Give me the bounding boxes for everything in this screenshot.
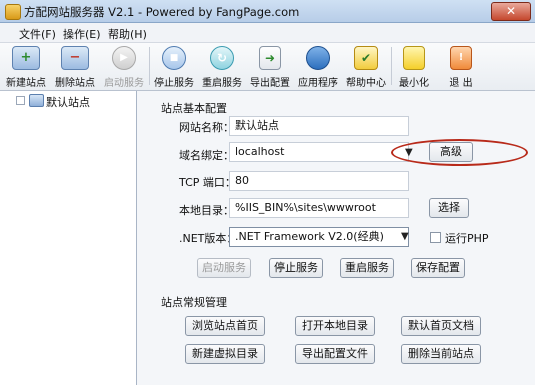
default-document-button[interactable]: 默认首页文档 [401,316,481,336]
site-name-label: 网站名称： [179,121,234,134]
start-service-label: 启动服务 [104,78,144,89]
basic-config-title: 站点基本配置 [161,102,227,115]
restart-service-label: 重启服务 [202,78,242,89]
delete-site-label: 删除站点 [55,78,95,89]
highlight-ellipse [391,139,528,166]
toolbar-separator [391,47,392,85]
close-icon: ✕ [505,4,517,18]
window-title: 方配网站服务器 V2.1 - Powered by FangPage.com [24,5,300,19]
local-dir-label: 本地目录： [179,204,234,217]
config-panel: 站点基本配置 网站名称： 默认站点 域名绑定： localhost ▼ 高级 T… [137,91,535,385]
minimize-icon [403,46,425,70]
delete-current-site-button[interactable]: 删除当前站点 [401,344,481,364]
stop-service-button[interactable]: ■ 停止服务 [151,44,197,89]
exit-button[interactable]: ! 退 出 [441,44,481,89]
open-local-dir-button[interactable]: 打开本地目录 [295,316,375,336]
port-label: TCP 端口： [179,176,236,189]
new-site-button[interactable]: + 新建站点 [3,44,49,89]
help-center-button[interactable]: ✔ 帮助中心 [343,44,389,89]
export-icon: ➜ [259,46,281,70]
restart-service-button[interactable]: ↻ 重启服务 [199,44,245,89]
close-button[interactable]: ✕ [491,2,531,21]
export-config-button[interactable]: ➜ 导出配置 [247,44,293,89]
toolbar: + 新建站点 − 删除站点 ▶ 启动服务 ■ 停止服务 ↻ 重启服务 ➜ 导出配… [0,43,535,91]
save-config-button[interactable]: 保存配置 [411,258,465,278]
site-icon [29,94,44,107]
application-button[interactable]: 应用程序 [295,44,341,89]
start-service-panel-button[interactable]: 启动服务 [197,258,251,278]
app-icon [5,4,21,20]
browse-homepage-button[interactable]: 浏览站点首页 [185,316,265,336]
help-center-label: 帮助中心 [346,78,386,89]
application-label: 应用程序 [298,78,338,89]
minimize-button[interactable]: 最小化 [394,44,434,89]
general-manage-title: 站点常规管理 [161,296,227,309]
menu-file[interactable]: 文件(F) [19,26,56,42]
tree-expander-icon[interactable] [16,96,25,105]
net-version-dropdown-icon[interactable]: ▼ [401,231,409,242]
run-php-label: 运行PHP [445,232,489,245]
local-dir-field[interactable]: %IIS_BIN%\sites\wwwroot [229,198,409,218]
port-field[interactable]: 80 [229,171,409,191]
tree-item-label: 默认站点 [46,96,90,109]
stop-service-panel-button[interactable]: 停止服务 [269,258,323,278]
site-name-field[interactable]: 默认站点 [229,116,409,136]
site-tree: 默认站点 [0,91,137,385]
help-icon: ✔ [354,46,378,70]
stop-service-label: 停止服务 [154,78,194,89]
restart-service-panel-button[interactable]: 重启服务 [340,258,394,278]
new-site-label: 新建站点 [6,78,46,89]
start-icon: ▶ [112,46,136,70]
delete-site-button[interactable]: − 删除站点 [52,44,98,89]
new-virtual-dir-button[interactable]: 新建虚拟目录 [185,344,265,364]
start-service-button[interactable]: ▶ 启动服务 [101,44,147,89]
new-site-icon: + [12,46,40,70]
toolbar-separator [149,47,150,85]
browse-button[interactable]: 选择 [429,198,469,218]
net-version-select[interactable]: .NET Framework V2.0(经典) [229,227,409,247]
delete-site-icon: − [61,46,89,70]
application-icon [306,46,330,70]
domain-label: 域名绑定： [179,149,234,162]
minimize-label: 最小化 [399,78,429,89]
exit-label: 退 出 [449,78,473,89]
menu-operation[interactable]: 操作(E) [63,26,101,42]
restart-icon: ↻ [210,46,234,70]
menu-bar: 文件(F) 操作(E) 帮助(H) [0,23,535,43]
stop-icon: ■ [162,46,186,70]
menu-help[interactable]: 帮助(H) [108,26,147,42]
domain-field[interactable]: localhost [229,142,409,162]
export-config-file-button[interactable]: 导出配置文件 [295,344,375,364]
exit-icon: ! [450,46,472,70]
title-bar: 方配网站服务器 V2.1 - Powered by FangPage.com ✕ [0,0,535,23]
export-config-label: 导出配置 [250,78,290,89]
run-php-checkbox[interactable] [430,232,441,243]
